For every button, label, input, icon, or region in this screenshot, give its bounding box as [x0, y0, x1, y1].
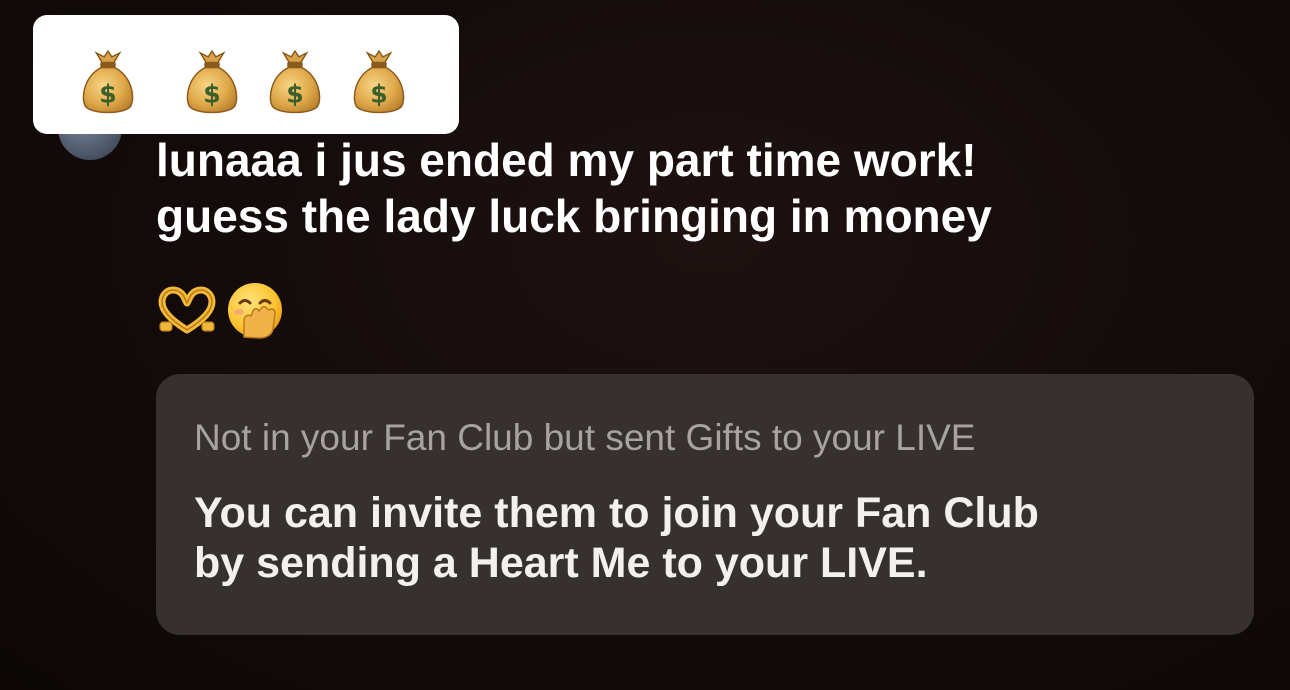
money-bag-icon	[266, 45, 324, 119]
fan-club-notice: Not in your Fan Club but sent Gifts to y…	[156, 374, 1254, 635]
money-bag-icon	[79, 45, 137, 119]
money-bag-icon	[183, 45, 241, 119]
notice-message-line: by sending a Heart Me to your LIVE.	[194, 539, 928, 587]
notice-message: You can invite them to join your Fan Clu…	[194, 488, 1039, 588]
comment-emojis	[156, 282, 284, 339]
live-comment-screen: lunaaa i jus ended my part time work! gu…	[0, 0, 1290, 690]
notice-message-line: You can invite them to join your Fan Clu…	[194, 489, 1039, 537]
comment-line: lunaaa i jus ended my part time work!	[156, 134, 977, 186]
face-with-hand-over-mouth-icon	[228, 283, 282, 339]
heart-hands-icon	[158, 286, 216, 334]
money-bag-icon	[350, 45, 408, 119]
notice-subtitle: Not in your Fan Club but sent Gifts to y…	[194, 417, 976, 458]
comment-message: lunaaa i jus ended my part time work! gu…	[156, 132, 1266, 244]
emoji-sticker	[33, 15, 459, 134]
comment-line: guess the lady luck bringing in money	[156, 190, 992, 242]
